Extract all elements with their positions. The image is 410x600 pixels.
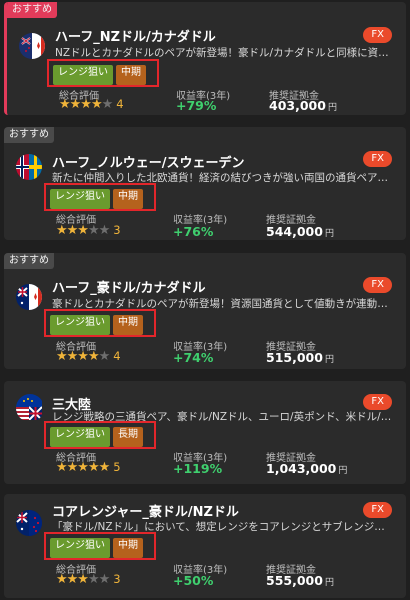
return-value: +76%: [173, 224, 214, 239]
tag-highlight: レンジ狙い 長期: [44, 421, 156, 449]
term-tag: 長期: [113, 427, 143, 447]
strategy-card[interactable]: おすすめ ハーフ_ノルウェー/スウェーデン FX 新たに仲間入りした北欧通貨！経…: [4, 127, 406, 240]
rating-value: 5: [113, 460, 121, 474]
fx-badge: FX: [363, 502, 392, 518]
return-value: +79%: [176, 98, 217, 113]
term-tag: 中期: [113, 315, 143, 335]
currency-unit: 円: [324, 355, 334, 365]
stars-empty: ★★: [87, 223, 110, 238]
tag-highlight: レンジ狙い 中期: [47, 59, 159, 87]
strategy-card[interactable]: コアレンジャー_豪ドル/NZドル FX 「豪ドル/NZドル」において、想定レンジ…: [4, 494, 406, 598]
au-ca-flag-icon: [16, 284, 42, 310]
rating-value: 3: [113, 223, 121, 237]
term-tag: 中期: [113, 189, 143, 209]
star-rating: ★★★★★ 4: [59, 97, 124, 112]
fx-badge: FX: [363, 277, 392, 293]
margin-value-wrap: 555,000 円: [266, 573, 334, 588]
return-value: +74%: [173, 350, 214, 365]
strategy-tag: レンジ狙い: [50, 189, 110, 209]
margin-value: 555,000: [266, 573, 323, 588]
stars-empty: ★: [98, 349, 111, 364]
stars-empty: ★★: [87, 572, 110, 587]
margin-value: 1,043,000: [266, 461, 337, 476]
strategy-card[interactable]: おすすめ ハーフ_NZドル/カナダドル FX NZドルとカナダドルのペアが新登場…: [4, 2, 406, 115]
stars-filled: ★★★: [56, 572, 89, 587]
margin-value: 515,000: [266, 350, 323, 365]
fx-badge: FX: [363, 27, 392, 43]
nz-ca-flag-icon: [19, 33, 45, 59]
margin-value: 403,000: [269, 98, 326, 113]
margin-value-wrap: 403,000 円: [269, 98, 337, 113]
strategy-tag: レンジ狙い: [53, 65, 113, 85]
margin-value: 544,000: [266, 224, 323, 239]
tag-highlight: レンジ狙い 中期: [44, 532, 156, 560]
strategy-title[interactable]: ハーフ_NZドル/カナダドル: [55, 26, 216, 45]
multi-flag-icon: [16, 394, 44, 422]
rating-value: 3: [113, 572, 121, 586]
recommend-badge: おすすめ: [4, 253, 54, 269]
strategy-tag: レンジ狙い: [50, 538, 110, 558]
strategy-title[interactable]: コアレンジャー_豪ドル/NZドル: [52, 501, 239, 520]
au-nz-flag-icon: [16, 510, 42, 536]
margin-value-wrap: 544,000 円: [266, 224, 334, 239]
strategy-card[interactable]: おすすめ ハーフ_豪ドル/カナダドル FX 豪ドルとカナダドルのペアが新登場！資…: [4, 253, 406, 369]
stars-filled: ★★★★★: [56, 460, 110, 475]
stars-filled: ★★★: [56, 223, 89, 238]
no-se-flag-icon: [16, 154, 42, 180]
margin-value-wrap: 1,043,000 円: [266, 461, 347, 476]
star-rating: ★★★★★ 5: [56, 460, 121, 475]
term-tag: 中期: [116, 65, 146, 85]
fx-badge: FX: [363, 394, 392, 410]
stars-empty: ★: [101, 97, 114, 112]
strategy-tag: レンジ狙い: [50, 315, 110, 335]
currency-unit: 円: [324, 229, 334, 239]
strategy-card[interactable]: 三大陸 FX レンジ戦略の三通貨ペア、豪ドル/NZドル、ユーロ/英ポンド、米ドル…: [4, 381, 406, 484]
rating-value: 4: [113, 349, 121, 363]
currency-unit: 円: [338, 466, 348, 476]
fx-badge: FX: [363, 151, 392, 167]
tag-highlight: レンジ狙い 中期: [44, 183, 156, 211]
strategy-title[interactable]: ハーフ_ノルウェー/スウェーデン: [52, 152, 244, 171]
return-value: +50%: [173, 573, 214, 588]
currency-unit: 円: [324, 578, 334, 588]
recommend-badge: おすすめ: [7, 2, 57, 18]
strategy-title[interactable]: ハーフ_豪ドル/カナダドル: [52, 277, 205, 296]
stars-filled: ★★★★: [59, 97, 103, 112]
stars-filled: ★★★★: [56, 349, 100, 364]
star-rating: ★★★★★ 4: [56, 349, 121, 364]
currency-unit: 円: [327, 103, 337, 113]
strategy-description: NZドルとカナダドルのペアが新登場！豪ドル/カナダドルと同様に資源国通...: [55, 47, 398, 59]
rating-value: 4: [116, 97, 124, 111]
star-rating: ★★★★★ 3: [56, 223, 121, 238]
return-value: +119%: [173, 461, 223, 476]
recommend-badge: おすすめ: [4, 127, 54, 143]
term-tag: 中期: [113, 538, 143, 558]
star-rating: ★★★★★ 3: [56, 572, 121, 587]
strategy-tag: レンジ狙い: [50, 427, 110, 447]
tag-highlight: レンジ狙い 中期: [44, 309, 156, 337]
margin-value-wrap: 515,000 円: [266, 350, 334, 365]
